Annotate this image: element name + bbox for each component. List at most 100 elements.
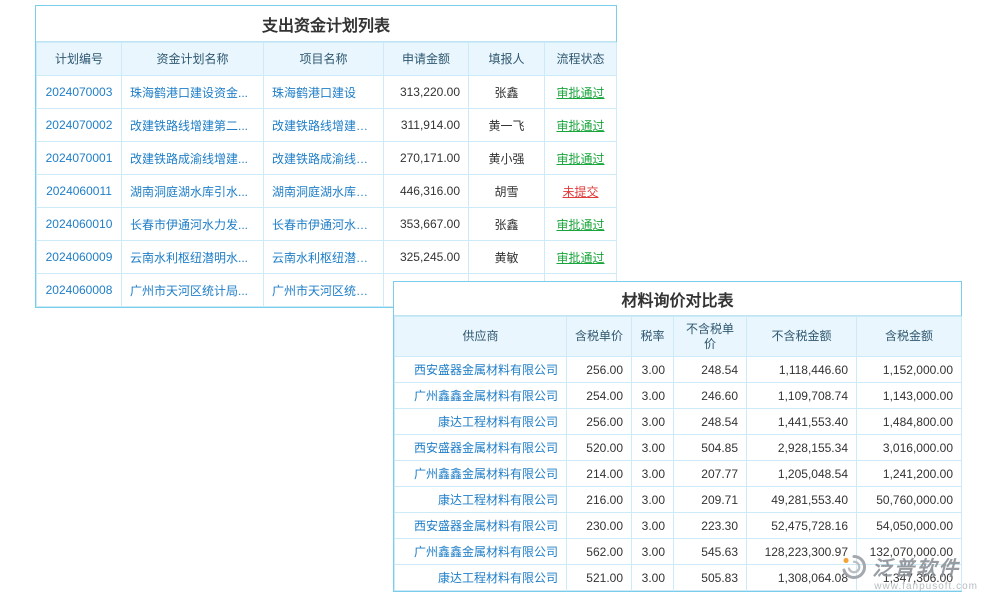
- column-header: 申请金额: [384, 43, 469, 76]
- supplier-cell[interactable]: 广州鑫鑫金属材料有限公司: [395, 461, 567, 487]
- price-excl-tax-cell: 207.77: [674, 461, 747, 487]
- column-header: 税率: [632, 317, 674, 357]
- filler-cell: 张鑫: [469, 208, 545, 241]
- amount-excl-tax-cell: 1,441,553.40: [747, 409, 857, 435]
- tax-rate-cell: 3.00: [632, 565, 674, 591]
- column-header: 供应商: [395, 317, 567, 357]
- table-row: 西安盛器金属材料有限公司230.003.00223.3052,475,728.1…: [395, 513, 962, 539]
- price-excl-tax-cell: 248.54: [674, 357, 747, 383]
- fund-plan-table-body: 2024070003珠海鹤港口建设资金...珠海鹤港口建设313,220.00张…: [37, 76, 617, 307]
- header-row: 计划编号资金计划名称项目名称申请金额填报人流程状态: [37, 43, 617, 76]
- fund-plan-name-cell[interactable]: 珠海鹤港口建设资金...: [122, 76, 264, 109]
- amount-incl-tax-cell: 3,016,000.00: [857, 435, 962, 461]
- project-name-cell[interactable]: 珠海鹤港口建设: [264, 76, 384, 109]
- supplier-cell[interactable]: 西安盛器金属材料有限公司: [395, 357, 567, 383]
- material-inquiry-panel: 材料询价对比表 供应商含税单价税率不含税单价不含税金额含税金额 西安盛器金属材料…: [393, 281, 962, 592]
- price-incl-tax-cell: 254.00: [567, 383, 632, 409]
- status-cell[interactable]: 审批通过: [545, 76, 617, 109]
- amount-incl-tax-cell: 50,760,000.00: [857, 487, 962, 513]
- fund-plan-name-cell[interactable]: 湖南洞庭湖水库引水...: [122, 175, 264, 208]
- table-row: 2024060009云南水利枢纽潜明水...云南水利枢纽潜明...325,245…: [37, 241, 617, 274]
- price-incl-tax-cell: 562.00: [567, 539, 632, 565]
- fund-plan-name-cell[interactable]: 长春市伊通河水力发...: [122, 208, 264, 241]
- amount-cell: 446,316.00: [384, 175, 469, 208]
- filler-cell: 黄一飞: [469, 109, 545, 142]
- tax-rate-cell: 3.00: [632, 513, 674, 539]
- project-name-cell[interactable]: 长春市伊通河水力...: [264, 208, 384, 241]
- price-excl-tax-cell: 248.54: [674, 409, 747, 435]
- supplier-cell[interactable]: 康达工程材料有限公司: [395, 487, 567, 513]
- supplier-cell[interactable]: 广州鑫鑫金属材料有限公司: [395, 383, 567, 409]
- table-row: 康达工程材料有限公司216.003.00209.7149,281,553.405…: [395, 487, 962, 513]
- project-name-cell[interactable]: 改建铁路成渝线增...: [264, 142, 384, 175]
- vendor-watermark: 泛普软件 www.fanpusoft.com: [840, 552, 978, 592]
- status-cell[interactable]: 审批通过: [545, 241, 617, 274]
- tax-rate-cell: 3.00: [632, 487, 674, 513]
- plan-no-cell[interactable]: 2024060010: [37, 208, 122, 241]
- table-row: 2024070001改建铁路成渝线增建...改建铁路成渝线增...270,171…: [37, 142, 617, 175]
- material-table-title: 材料询价对比表: [394, 282, 961, 316]
- material-inquiry-table: 供应商含税单价税率不含税单价不含税金额含税金额 西安盛器金属材料有限公司256.…: [394, 316, 962, 591]
- supplier-cell[interactable]: 广州鑫鑫金属材料有限公司: [395, 539, 567, 565]
- column-header: 含税单价: [567, 317, 632, 357]
- filler-cell: 黄敏: [469, 241, 545, 274]
- fund-plan-name-cell[interactable]: 广州市天河区统计局...: [122, 274, 264, 307]
- amount-cell: 270,171.00: [384, 142, 469, 175]
- price-incl-tax-cell: 521.00: [567, 565, 632, 591]
- fund-plan-name-cell[interactable]: 改建铁路线增建第二...: [122, 109, 264, 142]
- column-header: 项目名称: [264, 43, 384, 76]
- status-cell[interactable]: 审批通过: [545, 142, 617, 175]
- fund-plan-name-cell[interactable]: 云南水利枢纽潜明水...: [122, 241, 264, 274]
- amount-cell: 325,245.00: [384, 241, 469, 274]
- column-header: 资金计划名称: [122, 43, 264, 76]
- plan-no-cell[interactable]: 2024070001: [37, 142, 122, 175]
- plan-no-cell[interactable]: 2024060008: [37, 274, 122, 307]
- supplier-cell[interactable]: 西安盛器金属材料有限公司: [395, 435, 567, 461]
- plan-no-cell[interactable]: 2024060009: [37, 241, 122, 274]
- price-excl-tax-cell: 223.30: [674, 513, 747, 539]
- header-row: 供应商含税单价税率不含税单价不含税金额含税金额: [395, 317, 962, 357]
- column-header: 不含税单价: [674, 317, 747, 357]
- price-incl-tax-cell: 216.00: [567, 487, 632, 513]
- supplier-cell[interactable]: 西安盛器金属材料有限公司: [395, 513, 567, 539]
- amount-excl-tax-cell: 2,928,155.34: [747, 435, 857, 461]
- price-excl-tax-cell: 246.60: [674, 383, 747, 409]
- vendor-url-text: www.fanpusoft.com: [874, 581, 978, 592]
- fund-plan-panel: 支出资金计划列表 计划编号资金计划名称项目名称申请金额填报人流程状态 20240…: [35, 5, 617, 308]
- amount-incl-tax-cell: 1,143,000.00: [857, 383, 962, 409]
- project-name-cell[interactable]: 改建铁路线增建第...: [264, 109, 384, 142]
- column-header: 填报人: [469, 43, 545, 76]
- project-name-cell[interactable]: 广州市天河区统计...: [264, 274, 384, 307]
- plan-no-cell[interactable]: 2024070003: [37, 76, 122, 109]
- price-incl-tax-cell: 256.00: [567, 357, 632, 383]
- amount-excl-tax-cell: 1,109,708.74: [747, 383, 857, 409]
- plan-no-cell[interactable]: 2024070002: [37, 109, 122, 142]
- status-cell[interactable]: 审批通过: [545, 208, 617, 241]
- column-header: 流程状态: [545, 43, 617, 76]
- price-incl-tax-cell: 230.00: [567, 513, 632, 539]
- tax-rate-cell: 3.00: [632, 461, 674, 487]
- supplier-cell[interactable]: 康达工程材料有限公司: [395, 409, 567, 435]
- project-name-cell[interactable]: 湖南洞庭湖水库引...: [264, 175, 384, 208]
- project-name-cell[interactable]: 云南水利枢纽潜明...: [264, 241, 384, 274]
- table-row: 2024060010长春市伊通河水力发...长春市伊通河水力...353,667…: [37, 208, 617, 241]
- plan-no-cell[interactable]: 2024060011: [37, 175, 122, 208]
- filler-cell: 胡雪: [469, 175, 545, 208]
- price-incl-tax-cell: 214.00: [567, 461, 632, 487]
- table-row: 2024070003珠海鹤港口建设资金...珠海鹤港口建设313,220.00张…: [37, 76, 617, 109]
- tax-rate-cell: 3.00: [632, 539, 674, 565]
- amount-incl-tax-cell: 54,050,000.00: [857, 513, 962, 539]
- supplier-cell[interactable]: 康达工程材料有限公司: [395, 565, 567, 591]
- table-row: 西安盛器金属材料有限公司520.003.00504.852,928,155.34…: [395, 435, 962, 461]
- amount-incl-tax-cell: 1,152,000.00: [857, 357, 962, 383]
- column-header: 计划编号: [37, 43, 122, 76]
- fund-plan-table-header: 计划编号资金计划名称项目名称申请金额填报人流程状态: [37, 43, 617, 76]
- status-cell[interactable]: 审批通过: [545, 109, 617, 142]
- fund-plan-name-cell[interactable]: 改建铁路成渝线增建...: [122, 142, 264, 175]
- amount-excl-tax-cell: 49,281,553.40: [747, 487, 857, 513]
- material-table-header: 供应商含税单价税率不含税单价不含税金额含税金额: [395, 317, 962, 357]
- amount-incl-tax-cell: 1,241,200.00: [857, 461, 962, 487]
- table-row: 2024060011湖南洞庭湖水库引水...湖南洞庭湖水库引...446,316…: [37, 175, 617, 208]
- status-cell[interactable]: 未提交: [545, 175, 617, 208]
- tax-rate-cell: 3.00: [632, 409, 674, 435]
